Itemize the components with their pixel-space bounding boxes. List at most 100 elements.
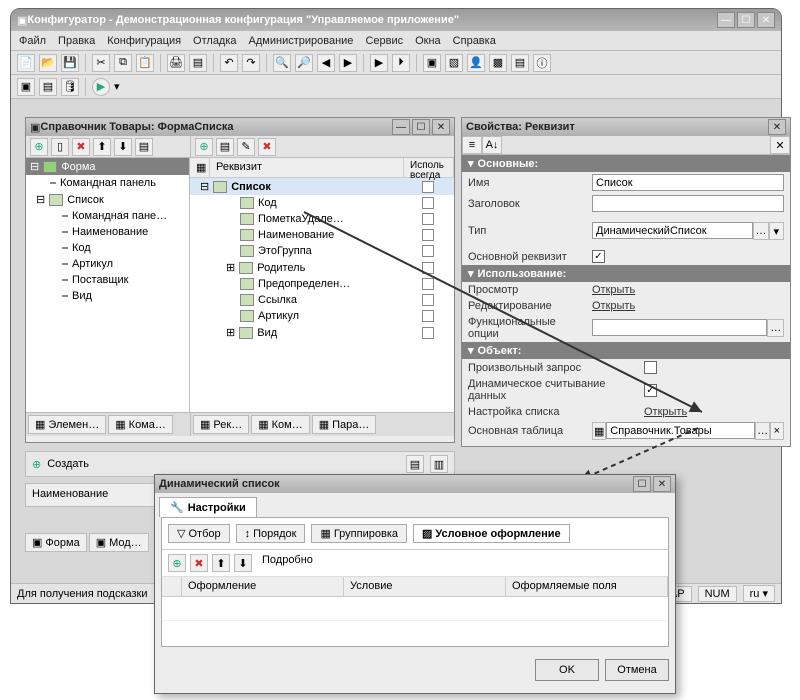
type-more-icon[interactable]: … [753,222,768,240]
input-base[interactable] [606,422,755,439]
col-req[interactable]: Реквизит [210,158,404,177]
tree-item[interactable]: Командная пане… [26,208,189,224]
tree-root[interactable]: ⊟ Форма [26,158,189,175]
tree-item[interactable]: Код [26,240,189,256]
req-row[interactable]: Предопределен… [190,276,454,292]
tree-item[interactable]: Вид [26,288,189,304]
add-icon[interactable]: ⊕ [30,138,48,156]
dlg-tab-settings[interactable]: 🔧Настройки [159,497,257,517]
col-use[interactable]: Исполь всегда [404,158,454,177]
dlg-close-button[interactable]: ✕ [653,476,671,492]
tree-item[interactable]: ⊟ Список [26,191,189,208]
create-plus-icon[interactable]: ⊕ [32,458,41,471]
open-icon[interactable]: 📂 [39,54,57,72]
input-name[interactable] [592,174,784,191]
paste-icon[interactable]: 📋 [136,54,154,72]
tool-d-icon[interactable]: ▩ [489,54,507,72]
req-row[interactable]: ⊟Список [190,178,454,195]
req-row[interactable]: ЭтоГруппа [190,243,454,259]
create-label[interactable]: Создать [47,458,89,470]
new-icon[interactable]: 📄 [17,54,35,72]
form-max-button[interactable]: ☐ [412,119,430,135]
tree-item[interactable]: Поставщик [26,272,189,288]
link-view[interactable]: Открыть [592,284,635,296]
menu-service[interactable]: Сервис [365,35,403,47]
tool-b-icon[interactable]: ▧ [445,54,463,72]
subtab-conditional[interactable]: ▨Условное оформление [413,524,570,543]
tab-form[interactable]: ▣Форма [25,533,87,552]
chevron-down-icon[interactable]: ▾ [114,80,120,93]
tab-commands[interactable]: ▦Кома… [108,415,173,434]
menu-help[interactable]: Справка [453,35,496,47]
input-func[interactable] [592,319,767,336]
menu-config[interactable]: Конфигурация [107,35,181,47]
minimize-button[interactable]: — [717,12,735,28]
dlg-col1[interactable]: Оформление [182,577,344,596]
input-type[interactable] [592,222,753,239]
base-clear-icon[interactable]: × [770,422,784,440]
status-lang[interactable]: ru ▾ [743,585,775,602]
tool-c-icon[interactable]: 👤 [467,54,485,72]
debug-icon[interactable]: ⏵ [392,54,410,72]
tree-item[interactable]: Артикул [26,256,189,272]
maximize-button[interactable]: ☐ [737,12,755,28]
sect-main[interactable]: ▾Основные: [462,155,790,172]
ll-a-icon[interactable]: ▤ [406,455,424,473]
prop-close-button[interactable]: ✕ [768,119,786,135]
play-icon[interactable]: ▶ [92,78,110,96]
close-button[interactable]: ✕ [757,12,775,28]
print-icon[interactable]: 🖨 [167,54,185,72]
nav-fwd-icon[interactable]: ▶ [339,54,357,72]
link-setup[interactable]: Открыть [644,406,687,418]
preview-icon[interactable]: ▤ [189,54,207,72]
nav-back-icon[interactable]: ◀ [317,54,335,72]
r-edit-icon[interactable]: ✎ [237,138,255,156]
tree-item[interactable]: Командная панель [26,175,189,191]
props-icon[interactable]: ▤ [135,138,153,156]
use-checkbox[interactable] [422,197,434,209]
run-icon[interactable]: ▶ [370,54,388,72]
base-more-icon[interactable]: … [755,422,769,440]
subtab-order[interactable]: ↕Порядок [236,524,306,543]
req-row[interactable]: Код [190,195,454,211]
use-checkbox[interactable] [422,181,434,193]
add2-icon[interactable]: ▯ [51,138,69,156]
r-list-icon[interactable]: ▤ [216,138,234,156]
dlg-detail[interactable]: Подробно [262,554,313,572]
dlg-add-icon[interactable]: ⊕ [168,554,186,572]
use-checkbox[interactable] [422,245,434,257]
prop-tab1[interactable]: ≡ [462,136,482,154]
menu-debug[interactable]: Отладка [193,35,236,47]
req-row[interactable]: ПометкаУдале… [190,211,454,227]
dlg-max-button[interactable]: ☐ [633,476,651,492]
dlg-down-icon[interactable]: ⬇ [234,554,252,572]
tool-a-icon[interactable]: ▣ [423,54,441,72]
del-icon[interactable]: ✖ [72,138,90,156]
req-row[interactable]: ⊞Вид [190,324,454,341]
menu-file[interactable]: Файл [19,35,46,47]
req-row[interactable]: Артикул [190,308,454,324]
cut-icon[interactable]: ✂ [92,54,110,72]
menu-windows[interactable]: Окна [415,35,441,47]
prop-tab2[interactable]: A↓ [482,136,502,154]
use-checkbox[interactable] [422,278,434,290]
dlg-del-icon[interactable]: ✖ [190,554,208,572]
use-checkbox[interactable] [422,294,434,306]
subtab-group[interactable]: ▦Группировка [311,524,407,543]
use-checkbox[interactable] [422,327,434,339]
req-row[interactable]: Ссылка [190,292,454,308]
tree-item[interactable]: Наименование [26,224,189,240]
copy-icon[interactable]: ⧉ [114,54,132,72]
cb-main[interactable]: ✓ [592,250,605,263]
ok-button[interactable]: OK [535,659,599,681]
ll-b-icon[interactable]: ▥ [430,455,448,473]
req-row[interactable]: Наименование [190,227,454,243]
use-checkbox[interactable] [422,229,434,241]
r-add-icon[interactable]: ⊕ [195,138,213,156]
t2-b-icon[interactable]: ▤ [39,78,57,96]
redo-icon[interactable]: ↷ [242,54,260,72]
t2-c-icon[interactable]: 🛢 [61,78,79,96]
tab-para[interactable]: ▦Пара… [312,415,377,434]
undo-icon[interactable]: ↶ [220,54,238,72]
func-more-icon[interactable]: … [767,319,784,337]
